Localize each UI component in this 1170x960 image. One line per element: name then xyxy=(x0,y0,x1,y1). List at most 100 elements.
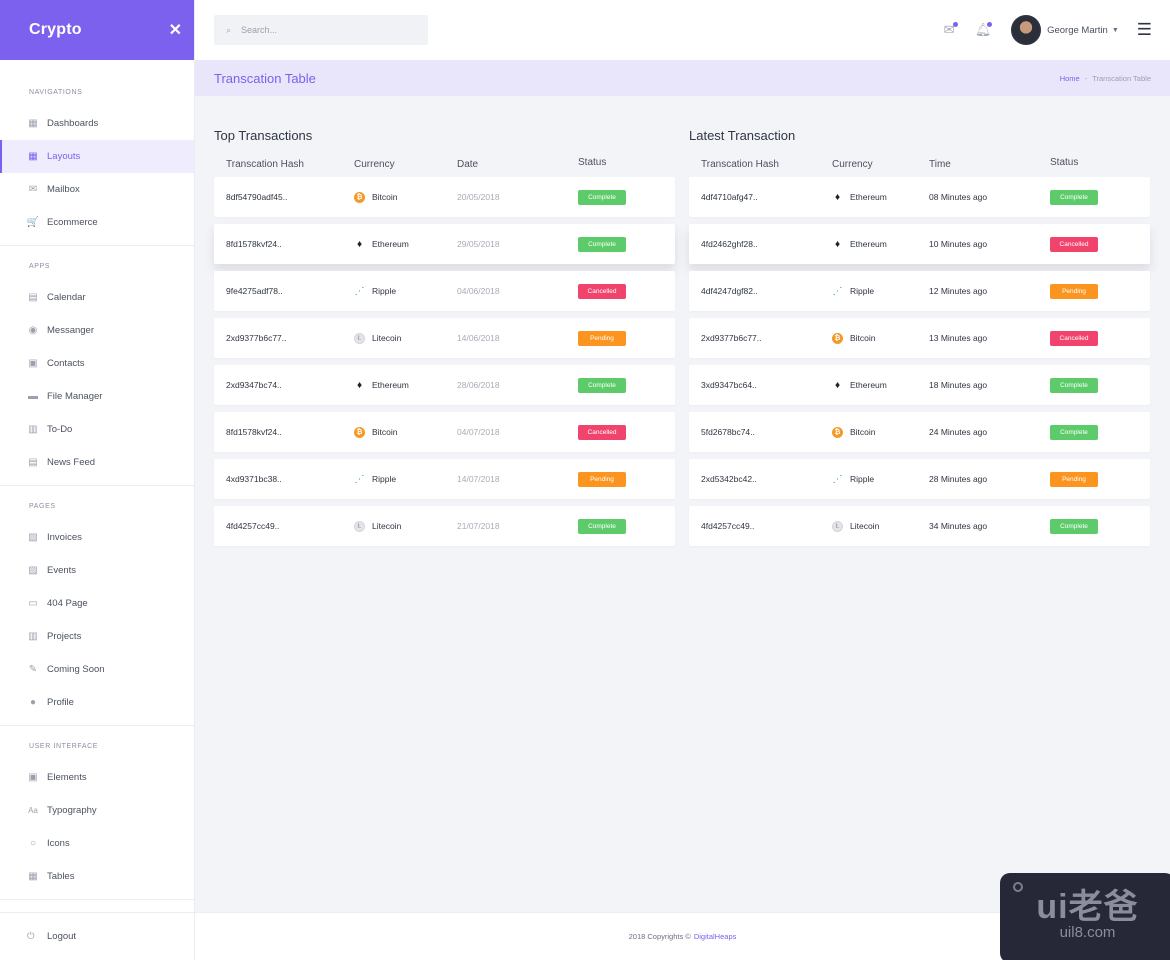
currency-cell: Ł Litecoin xyxy=(829,520,929,532)
sidebar-item-calendar[interactable]: ▤ Calendar xyxy=(0,281,194,314)
chevron-down-icon[interactable]: ▼ xyxy=(1112,27,1119,34)
nav-section-heading: User Interface xyxy=(29,743,99,750)
sidebar-item-typography[interactable]: Aa Typography xyxy=(0,794,194,827)
sidebar-item-label: Tables xyxy=(47,871,75,882)
transaction-hash: 4fd4257cc49.. xyxy=(701,521,755,531)
sidebar-item-projects[interactable]: ▥ Projects xyxy=(0,620,194,653)
sidebar-item-invoices[interactable]: ▧ Invoices xyxy=(0,521,194,554)
sidebar-item-elements[interactable]: ▣ Elements xyxy=(0,761,194,794)
avatar[interactable] xyxy=(1011,15,1042,45)
contacts-icon: ▣ xyxy=(28,358,38,369)
search-input[interactable] xyxy=(241,25,412,35)
brand-header: Crypto ✕ xyxy=(0,0,194,60)
footer-brand-link[interactable]: DigitalHeaps xyxy=(694,932,737,941)
status-cell: Pending xyxy=(1050,471,1147,487)
nav-section-heading: Pages xyxy=(29,503,56,510)
logout-button[interactable]: ⏻ Logout xyxy=(0,912,194,960)
folder-icon: ▬ xyxy=(28,391,38,402)
table-row[interactable]: 8fd1578kvf24.. ₿ Bitcoin 04/07/2018 Cancelle… xyxy=(214,412,675,452)
status-badge: Complete xyxy=(1050,377,1098,393)
logout-label: Logout xyxy=(47,931,77,942)
tools-icon[interactable]: ✕ xyxy=(169,20,182,40)
status-cell: Pending xyxy=(1050,283,1147,299)
table-row[interactable]: 2xd9377b6c77.. Ł Litecoin 14/06/2018 Pending xyxy=(214,318,675,358)
table-row[interactable]: 3xd9347bc64.. ♦ Ethereum 18 Minutes ago Comp… xyxy=(689,365,1150,405)
transaction-hash: 3xd9347bc64.. xyxy=(701,380,757,390)
currency-cell: ♦ Ethereum xyxy=(829,192,929,203)
transaction-time: 24 Minutes ago xyxy=(929,427,988,437)
ripple-icon: ⋰ xyxy=(832,285,843,297)
status-cell: Complete xyxy=(1050,377,1147,393)
transaction-hash: 5fd2678bc74.. xyxy=(701,427,755,437)
sidebar-item-events[interactable]: ▨ Events xyxy=(0,554,194,587)
mail-notification-icon[interactable]: ✉ xyxy=(939,20,959,40)
sidebar-item-layouts[interactable]: ▦ Layouts xyxy=(0,140,194,173)
litecoin-icon: Ł xyxy=(354,520,365,532)
table-row[interactable]: 4fd4257cc49.. Ł Litecoin 21/07/2018 Complete xyxy=(214,506,675,546)
top-transactions-rows: 8df54790adf45.. ₿ Bitcoin 20/05/2018 Complet… xyxy=(214,177,675,546)
watermark-logo: ui老爸 xyxy=(1036,888,1139,926)
ethereum-icon: ♦ xyxy=(356,238,363,250)
currency-name: Ethereum xyxy=(850,380,887,390)
hamburger-menu-icon[interactable]: ☰ xyxy=(1137,20,1152,40)
status-cell: Complete xyxy=(578,236,675,252)
currency-name: Ethereum xyxy=(372,380,409,390)
sidebar-item-coming-soon[interactable]: ✎ Coming Soon xyxy=(0,653,194,686)
currency-cell: ♦ Ethereum xyxy=(829,380,929,391)
currency-cell: ₿ Bitcoin xyxy=(829,426,929,438)
user-name[interactable]: George Martin xyxy=(1047,25,1108,36)
bell-icon[interactable]: 🔔︎ xyxy=(973,20,993,40)
status-cell: Cancelled xyxy=(1050,236,1147,252)
sidebar-item-tables[interactable]: ▦ Tables xyxy=(0,860,194,893)
latest-transactions-rows: 4df4710afg47.. ♦ Ethereum 08 Minutes ago Com… xyxy=(689,177,1150,546)
sidebar-item-ecommerce[interactable]: 🛒 Ecommerce xyxy=(0,206,194,239)
nav-section-heading: Apps xyxy=(29,263,51,270)
table-row[interactable]: 9fe4275adf78.. ⋰ Ripple 04/06/2018 Cancelled xyxy=(214,271,675,311)
table-row[interactable]: 8fd1578kvf24.. ♦ Ethereum 29/05/2018 Complet… xyxy=(214,224,675,264)
currency-cell: ⋰ Ripple xyxy=(354,286,457,297)
currency-name: Bitcoin xyxy=(850,333,876,343)
table-row[interactable]: 4xd9371bc38.. ⋰ Ripple 14/07/2018 Pending xyxy=(214,459,675,499)
status-badge: Complete xyxy=(578,518,626,534)
sidebar-item-to-do[interactable]: ▥ To-Do xyxy=(0,413,194,446)
bitcoin-icon: ₿ xyxy=(354,426,365,438)
table-row[interactable]: 4fd4257cc49.. Ł Litecoin 34 Minutes ago Comp… xyxy=(689,506,1150,546)
transaction-time: 18 Minutes ago xyxy=(929,380,988,390)
currency-name: Bitcoin xyxy=(372,427,398,437)
sidebar-item-label: Events xyxy=(47,565,77,576)
sidebar-item-news-feed[interactable]: ▤ News Feed xyxy=(0,446,194,479)
breadcrumb-home[interactable]: Home xyxy=(1060,74,1080,83)
sidebar-item-icons[interactable]: ○ Icons xyxy=(0,827,194,860)
table-row[interactable]: 4df4247dgf82.. ⋰ Ripple 12 Minutes ago Pendi… xyxy=(689,271,1150,311)
sidebar-item-404-page[interactable]: ▭ 404 Page xyxy=(0,587,194,620)
status-badge: Complete xyxy=(578,377,626,393)
transaction-hash: 2xd9377b6c77.. xyxy=(701,333,762,343)
sidebar-item-profile[interactable]: ● Profile xyxy=(0,686,194,719)
table-row[interactable]: 2xd9347bc74.. ♦ Ethereum 28/06/2018 Complete xyxy=(214,365,675,405)
user-icon: ● xyxy=(29,697,37,708)
sidebar-item-mailbox[interactable]: ✉ Mailbox xyxy=(0,173,194,206)
status-cell: Complete xyxy=(1050,518,1147,534)
table-row[interactable]: 4df4710afg47.. ♦ Ethereum 08 Minutes ago Com… xyxy=(689,177,1150,217)
col-hash: Transcation Hash xyxy=(701,159,779,170)
transaction-hash: 4df4247dgf82.. xyxy=(701,286,758,296)
ethereum-icon: ♦ xyxy=(834,379,841,391)
sidebar-item-dashboards[interactable]: ▦ Dashboards xyxy=(0,107,194,140)
table-row[interactable]: 2xd5342bc42.. ⋰ Ripple 28 Minutes ago Pendin… xyxy=(689,459,1150,499)
sidebar-item-contacts[interactable]: ▣ Contacts xyxy=(0,347,194,380)
sidebar-item-messanger[interactable]: ◉ Messanger xyxy=(0,314,194,347)
table-row[interactable]: 5fd2678bc74.. ₿ Bitcoin 24 Minutes ago Compl… xyxy=(689,412,1150,452)
bitcoin-icon: ₿ xyxy=(354,191,365,203)
sidebar-item-label: Icons xyxy=(47,838,70,849)
status-badge: Cancelled xyxy=(578,424,626,440)
sidebar-item-file-manager[interactable]: ▬ File Manager xyxy=(0,380,194,413)
transaction-date: 29/05/2018 xyxy=(457,239,500,249)
page-title: Transcation Table xyxy=(214,70,316,86)
table-row[interactable]: 2xd9377b6c77.. ₿ Bitcoin 13 Minutes ago Canc… xyxy=(689,318,1150,358)
sidebar-item-label: Mailbox xyxy=(47,184,80,195)
table-row[interactable]: 4fd2462ghf28.. ♦ Ethereum 10 Minutes ago Can… xyxy=(689,224,1150,264)
currency-cell: ₿ Bitcoin xyxy=(354,426,457,438)
table-row[interactable]: 8df54790adf45.. ₿ Bitcoin 20/05/2018 Complet… xyxy=(214,177,675,217)
mail-badge-dot xyxy=(953,22,959,27)
transaction-date: 04/06/2018 xyxy=(457,286,500,296)
